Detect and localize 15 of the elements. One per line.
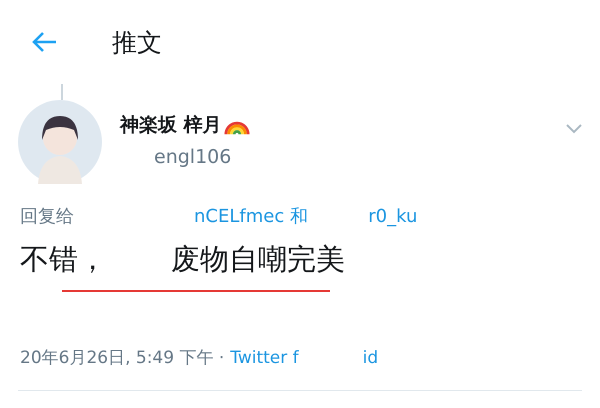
tweet-text: 不错， (20, 241, 107, 278)
page-title: 推文 (112, 26, 162, 58)
mention-link[interactable]: nCELfmec (194, 206, 284, 227)
chevron-down-icon[interactable] (566, 124, 582, 134)
source-link[interactable]: Twitter f (230, 348, 299, 368)
mention-link[interactable]: r0_ku (368, 206, 418, 227)
avatar[interactable] (18, 100, 102, 184)
source-link[interactable]: id (362, 348, 378, 368)
display-name: 神楽坂 梓月 (120, 113, 222, 138)
user-handle: engl106 (153, 146, 232, 168)
and-label: 和 (290, 205, 308, 228)
tweet-text: 废物自嘲完美 (171, 241, 345, 278)
timestamp: 20年6月26日, 5:49 下午 · (20, 347, 224, 369)
back-icon[interactable] (30, 30, 58, 54)
reply-label: 回复给 (20, 205, 74, 228)
